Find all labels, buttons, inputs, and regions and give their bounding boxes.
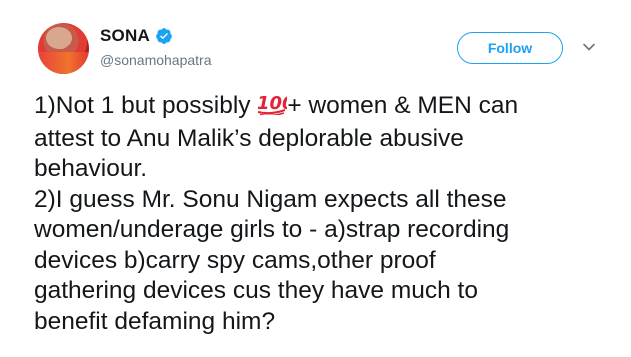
tweet-line-1: 1)Not 1 but possibly 100+ women & MEN ca… <box>34 91 614 124</box>
tweet-line-7: gathering devices cus they have much to <box>34 277 478 304</box>
tweet-text-segment: + women & MEN can <box>287 92 519 119</box>
author-handle[interactable]: @sonamohapatra <box>100 52 212 68</box>
tweet-line-4: 2)I guess Mr. Sonu Nigam expects all the… <box>34 185 507 213</box>
chevron-down-icon[interactable] <box>582 40 596 54</box>
hundred-points-icon: 100 <box>257 91 295 124</box>
hundred-points-glyph: 100 <box>257 93 295 117</box>
verified-badge-icon <box>156 28 172 44</box>
author-avatar[interactable] <box>38 23 89 74</box>
author-display-name[interactable]: SONA <box>100 26 150 46</box>
tweet-text-segment: 1)Not 1 but possibly <box>34 92 258 119</box>
tweet-line-6: devices b)carry spy cams,other proof <box>34 246 436 274</box>
author-name-row[interactable]: SONA <box>100 26 173 46</box>
tweet-text: 1)Not 1 but possibly 100+ women & MEN ca… <box>34 91 614 337</box>
follow-button[interactable]: Follow <box>457 32 563 64</box>
tweet-line-2: attest to Anu Malik’s deplorable abusive <box>34 124 464 152</box>
tweet-line-3: behaviour. <box>34 155 148 182</box>
tweet-line-8: benefit defaming him? <box>34 307 276 335</box>
tweet-line-5: women/underage girls to - a)strap record… <box>34 216 510 243</box>
